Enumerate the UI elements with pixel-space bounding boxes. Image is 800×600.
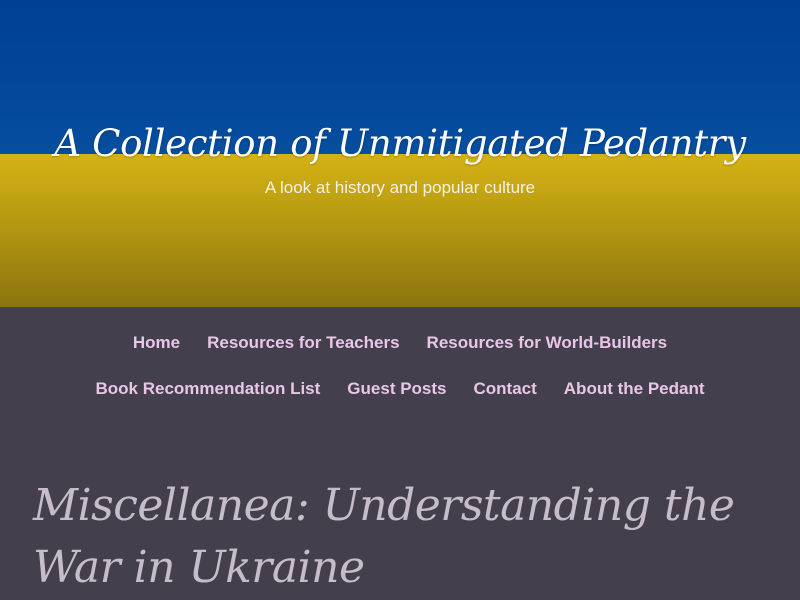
nav-link-contact[interactable]: Contact — [474, 377, 537, 401]
nav-link-resources-teachers[interactable]: Resources for Teachers — [207, 331, 399, 355]
nav-link-home[interactable]: Home — [133, 331, 180, 355]
nav-link-about[interactable]: About the Pedant — [564, 377, 705, 401]
main-navigation: Home Resources for Teachers Resources fo… — [0, 307, 800, 427]
site-header: A Collection of Unmitigated Pedantry A l… — [0, 0, 800, 307]
nav-link-book-recommendations[interactable]: Book Recommendation List — [95, 377, 320, 401]
nav-link-guest-posts[interactable]: Guest Posts — [347, 377, 446, 401]
site-title[interactable]: A Collection of Unmitigated Pedantry — [0, 116, 800, 172]
post-title[interactable]: Miscellanea: Understanding the War in Uk… — [33, 475, 778, 599]
nav-link-resources-world-builders[interactable]: Resources for World-Builders — [427, 331, 668, 355]
nav-row-2: Book Recommendation List Guest Posts Con… — [0, 377, 800, 401]
nav-row-1: Home Resources for Teachers Resources fo… — [0, 331, 800, 355]
site-tagline: A look at history and popular culture — [264, 178, 536, 197]
